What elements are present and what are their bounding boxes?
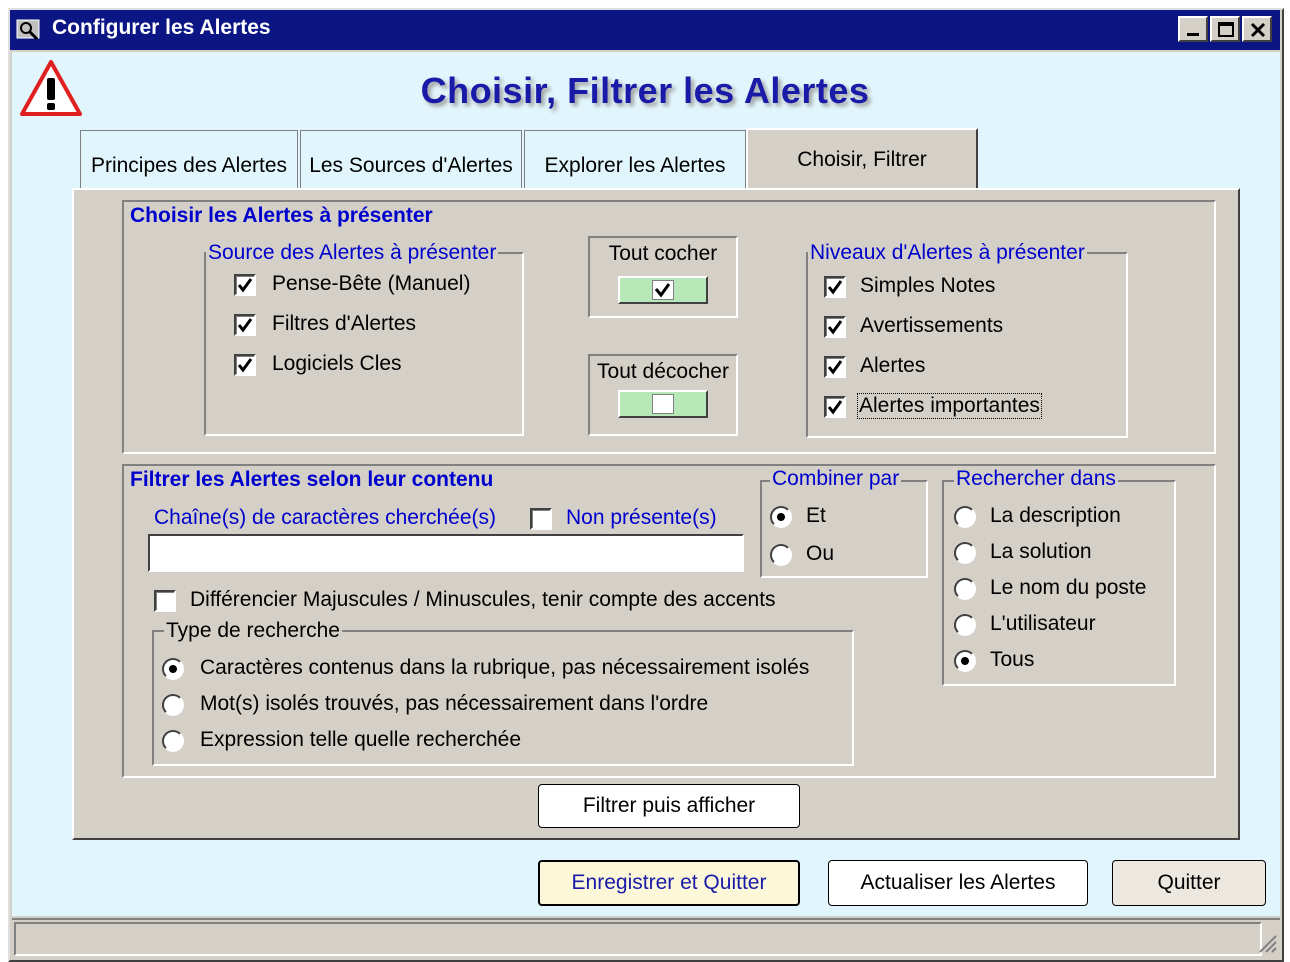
checkmark-icon [237, 358, 253, 373]
window-title: Configurer les Alertes [52, 16, 271, 39]
search-in-legend: Rechercher dans [954, 467, 1118, 491]
choose-section-title: Choisir les Alertes à présenter [130, 204, 433, 227]
level-checkbox-alertes-importantes[interactable] [824, 396, 846, 418]
tab-choisir-filtrer[interactable]: Choisir, Filtrer [746, 128, 978, 190]
checkmark-icon [827, 400, 843, 415]
checkmark-icon [827, 280, 843, 295]
search-in-radio-description[interactable] [954, 506, 976, 528]
search-in-label-description: La description [990, 504, 1121, 527]
checkmark-icon [237, 318, 253, 333]
search-type-legend: Type de recherche [164, 619, 342, 643]
minimize-icon [1187, 33, 1199, 36]
level-checkbox-avertissements[interactable] [824, 316, 846, 338]
sources-legend: Source des Alertes à présenter [206, 241, 499, 265]
tab-label: Explorer les Alertes [544, 153, 726, 177]
source-label-logiciels: Logiciels Cles [272, 352, 402, 375]
tab-explorer[interactable]: Explorer les Alertes [524, 130, 746, 188]
search-type-radio-contains[interactable] [162, 658, 184, 680]
combine-label-et: Et [806, 504, 826, 527]
not-present-label: Non présente(s) [566, 506, 717, 529]
check-all-label: Tout cocher [608, 242, 718, 265]
filter-apply-button[interactable]: Filtrer puis afficher [538, 784, 800, 828]
source-checkbox-pense-bete[interactable] [234, 274, 256, 296]
search-string-label: Chaîne(s) de caractères cherchée(s) [154, 506, 496, 529]
checkmark-icon [654, 283, 671, 298]
app-icon [16, 18, 42, 42]
maximize-icon [1218, 22, 1234, 37]
filter-section-title: Filtrer les Alertes selon leur contenu [130, 468, 494, 491]
minimize-button[interactable] [1178, 16, 1208, 42]
source-label-pense-bete: Pense-Bête (Manuel) [272, 272, 471, 295]
check-all-indicator [652, 280, 674, 300]
tab-label: Principes des Alertes [90, 153, 288, 177]
search-type-radio-expression[interactable] [162, 730, 184, 752]
quit-button[interactable]: Quitter [1112, 860, 1266, 906]
search-in-label-solution: La solution [990, 540, 1092, 563]
checkmark-icon [827, 320, 843, 335]
level-label-avertissements: Avertissements [860, 314, 1004, 337]
tab-principes[interactable]: Principes des Alertes [80, 130, 298, 188]
search-type-label-expression: Expression telle quelle recherchée [200, 728, 522, 751]
tab-label: Choisir, Filtrer [797, 148, 927, 171]
close-button[interactable] [1242, 16, 1272, 42]
level-label-alertes: Alertes [860, 354, 926, 377]
case-sensitive-label: Différencier Majuscules / Minuscules, te… [190, 588, 776, 611]
status-pane [14, 922, 1262, 956]
resize-grip-icon[interactable] [1254, 930, 1278, 954]
search-in-radio-solution[interactable] [954, 542, 976, 564]
combine-radio-ou[interactable] [770, 544, 792, 566]
refresh-alerts-button[interactable]: Actualiser les Alertes [828, 860, 1088, 906]
level-checkbox-alertes[interactable] [824, 356, 846, 378]
maximize-button[interactable] [1210, 16, 1240, 42]
tab-sources[interactable]: Les Sources d'Alertes [300, 130, 522, 188]
save-quit-button[interactable]: Enregistrer et Quitter [538, 860, 800, 906]
combine-label-ou: Ou [806, 542, 835, 565]
levels-legend: Niveaux d'Alertes à présenter [808, 241, 1087, 265]
checkmark-icon [827, 360, 843, 375]
checkmark-icon [237, 278, 253, 293]
search-in-radio-tous[interactable] [954, 650, 976, 672]
search-in-radio-poste[interactable] [954, 578, 976, 600]
search-input[interactable] [148, 534, 744, 572]
uncheck-all-button[interactable] [618, 390, 708, 418]
source-checkbox-filtres[interactable] [234, 314, 256, 336]
search-in-radio-utilisateur[interactable] [954, 614, 976, 636]
page-heading: Choisir, Filtrer les Alertes [420, 70, 870, 111]
close-icon [1250, 22, 1266, 38]
search-in-label-utilisateur: L'utilisateur [990, 612, 1096, 635]
level-checkbox-simples-notes[interactable] [824, 276, 846, 298]
search-in-label-tous: Tous [990, 648, 1035, 671]
not-present-checkbox[interactable] [530, 508, 552, 530]
combine-legend: Combiner par [770, 467, 902, 491]
search-in-label-poste: Le nom du poste [990, 576, 1147, 599]
level-label-alertes-importantes: Alertes importantes [857, 393, 1042, 419]
combine-radio-et[interactable] [770, 506, 792, 528]
source-label-filtres: Filtres d'Alertes [272, 312, 417, 335]
check-all-button[interactable] [618, 276, 708, 304]
search-type-label-words: Mot(s) isolés trouvés, pas nécessairemen… [200, 692, 709, 715]
source-checkbox-logiciels[interactable] [234, 354, 256, 376]
search-type-label-contains: Caractères contenus dans la rubrique, pa… [200, 656, 810, 679]
search-type-radio-words[interactable] [162, 694, 184, 716]
uncheck-all-indicator [652, 394, 674, 414]
level-label-simples-notes: Simples Notes [860, 274, 996, 297]
case-sensitive-checkbox[interactable] [154, 590, 176, 612]
uncheck-all-label: Tout décocher [597, 360, 729, 383]
tab-label: Les Sources d'Alertes [309, 153, 513, 177]
